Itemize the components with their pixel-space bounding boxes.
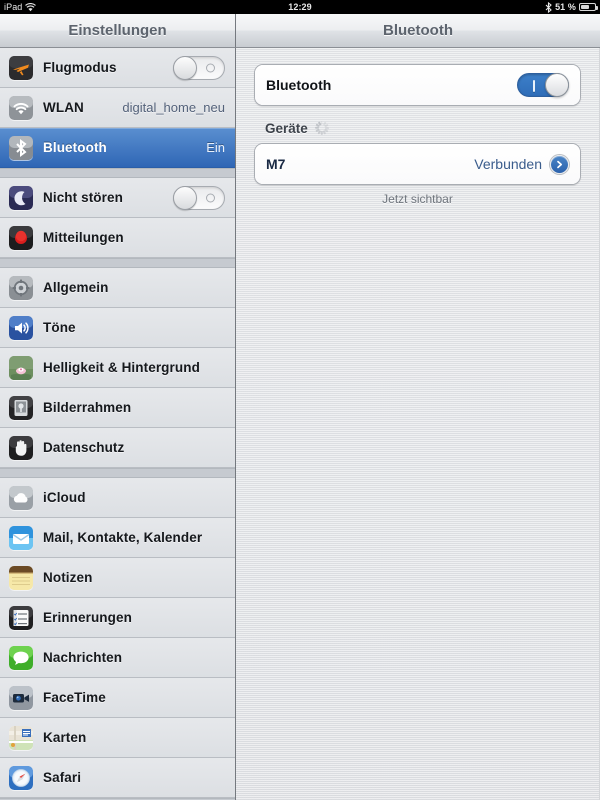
visibility-footnote: Jetzt sichtbar [382,192,453,206]
sidebar-item-label: Notizen [43,570,93,585]
bluetooth-toggle-row[interactable]: Bluetooth [255,65,580,105]
sidebar-item-mail-kontakte-kalender[interactable]: Mail, Kontakte, Kalender [0,518,235,558]
battery-icon [579,3,598,11]
pictureframe-icon [9,395,33,420]
sidebar-item-label: Safari [43,770,82,785]
sidebar-item-safari[interactable]: Safari [0,758,235,798]
sidebar-item-nachrichten[interactable]: Nachrichten [0,638,235,678]
device-status-group: Verbunden [474,154,569,174]
sidebar-item-label: Mitteilungen [43,230,124,245]
chevron-right-icon[interactable] [550,154,569,174]
sidebar-group: Allgemein Töne Helligkeit & Hintergrund Bil… [0,268,235,468]
bluetooth-detail-panel: Bluetooth Geräte M7 Verbunden Jetzt sich… [236,48,599,800]
devices-card: M7 Verbunden [254,143,581,185]
moon-icon [9,185,33,210]
device-status-label: Verbunden [474,156,542,172]
sidebar-item-label: Nicht stören [43,190,123,205]
sidebar-item-allgemein[interactable]: Allgemein [0,268,235,308]
devices-section-header: Geräte [265,119,581,137]
sidebar-item-label: Nachrichten [43,650,123,665]
sidebar-item-label: FaceTime [43,690,106,705]
sidebar-item-label: Helligkeit & Hintergrund [43,360,200,375]
gear-icon [9,275,33,300]
sidebar-group-separator [0,468,235,478]
sidebar-item-nicht-st-ren[interactable]: Nicht stören [0,178,235,218]
split-view: Flugmodus WLAN digital_home_neu Bluetooth Ei… [0,48,600,800]
reminders-icon [9,605,33,630]
sidebar-item-flugmodus[interactable]: Flugmodus [0,48,235,88]
notifications-icon [9,225,33,250]
battery-percent-label: 51 % [555,2,576,12]
ipad-settings-screen: iPad 12:29 51 % Einstellungen Bluetooth [0,0,600,800]
sidebar-item-label: Flugmodus [43,60,117,75]
sidebar-item-helligkeit-hintergrund[interactable]: Helligkeit & Hintergrund [0,348,235,388]
sidebar-item-t-ne[interactable]: Töne [0,308,235,348]
sidebar-item-erinnerungen[interactable]: Erinnerungen [0,598,235,638]
settings-nav-title: Einstellungen [0,14,236,48]
bluetooth-toggle-switch[interactable] [517,73,569,97]
toggle-switch[interactable] [173,185,225,210]
icloud-icon [9,485,33,510]
safari-icon [9,765,33,790]
sidebar-item-datenschutz[interactable]: Datenschutz [0,428,235,468]
sidebar-item-value: Ein [206,140,225,155]
devices-heading-label: Geräte [265,120,308,136]
maps-icon [9,725,33,750]
settings-sidebar[interactable]: Flugmodus WLAN digital_home_neu Bluetooth Ei… [0,48,236,800]
sidebar-item-wlan[interactable]: WLAN digital_home_neu [0,88,235,128]
device-row-m7[interactable]: M7 Verbunden [255,144,580,184]
sidebar-item-label: Karten [43,730,87,745]
sidebar-group: Flugmodus WLAN digital_home_neu Bluetooth Ei… [0,48,235,168]
speaker-icon [9,315,33,340]
sidebar-group-separator [0,258,235,268]
device-name-label: M7 [266,156,286,172]
sidebar-group: iCloud Mail, Kontakte, Kalender Notizen Eri… [0,478,235,798]
sidebar-item-label: iCloud [43,490,86,505]
wallpaper-icon [9,355,33,380]
messages-icon [9,645,33,670]
bluetooth-nav-title: Bluetooth [236,14,600,48]
mail-icon [9,525,33,550]
toggle-switch[interactable] [173,55,225,80]
sidebar-group-separator [0,168,235,178]
sidebar-item-facetime[interactable]: FaceTime [0,678,235,718]
activity-spinner-icon [314,121,329,135]
status-bar: iPad 12:29 51 % [0,0,600,14]
bluetooth-toggle-card: Bluetooth [254,64,581,106]
facetime-icon [9,685,33,710]
notes-icon [9,565,33,590]
sidebar-item-notizen[interactable]: Notizen [0,558,235,598]
bluetooth-row-label: Bluetooth [266,77,332,93]
sidebar-item-label: Mail, Kontakte, Kalender [43,530,203,545]
sidebar-item-label: Bilderrahmen [43,400,132,415]
sidebar-item-label: Allgemein [43,280,109,295]
sidebar-item-label: Datenschutz [43,440,125,455]
airplane-icon [9,55,33,80]
navigation-bars: Einstellungen Bluetooth [0,14,600,48]
sidebar-item-label: Erinnerungen [43,610,132,625]
sidebar-item-icloud[interactable]: iCloud [0,478,235,518]
sidebar-item-label: Töne [43,320,76,335]
sidebar-item-value: digital_home_neu [122,100,225,115]
bluetooth-icon [9,135,33,160]
status-bar-right: 51 % [545,0,598,14]
sidebar-item-label: Bluetooth [43,140,107,155]
sidebar-item-karten[interactable]: Karten [0,718,235,758]
hand-icon [9,435,33,460]
status-bar-clock: 12:29 [288,2,312,12]
bluetooth-icon [545,1,552,13]
sidebar-item-mitteilungen[interactable]: Mitteilungen [0,218,235,258]
sidebar-item-bluetooth[interactable]: Bluetooth Ein [0,128,235,168]
sidebar-group: Nicht stören Mitteilungen [0,178,235,258]
wifi-icon [9,95,33,120]
sidebar-item-label: WLAN [43,100,84,115]
sidebar-item-bilderrahmen[interactable]: Bilderrahmen [0,388,235,428]
